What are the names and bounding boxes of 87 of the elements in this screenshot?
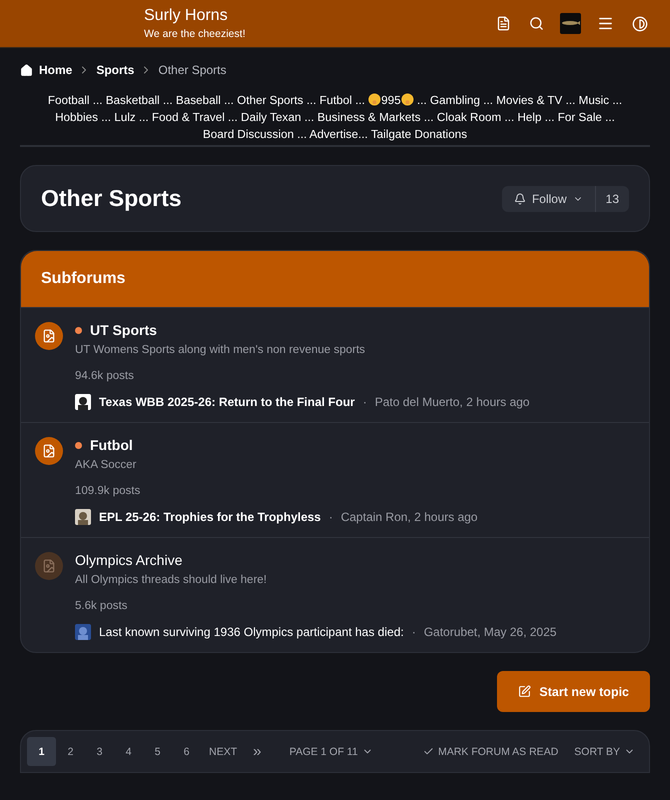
forum-description: AKA Soccer <box>75 459 138 471</box>
separator: ... <box>222 94 235 107</box>
site-title[interactable]: Surly Horns <box>144 7 494 25</box>
last-post-link[interactable]: Texas WBB 2025-26: Return to the Final Four <box>99 395 355 409</box>
post-count: 109.9k posts <box>75 485 142 497</box>
separator: ... <box>422 111 435 124</box>
nav-link[interactable]: Music <box>578 94 610 107</box>
separator: · <box>328 510 333 524</box>
page-button[interactable]: 3 <box>85 737 114 766</box>
next-button[interactable]: NEXT <box>201 746 246 758</box>
separator: ... <box>92 94 104 107</box>
separator: ... <box>544 111 556 124</box>
follow-count: 13 <box>604 192 620 206</box>
last-post-meta: Gatorubet, May 26, 2025 <box>424 625 557 639</box>
mark-read-button[interactable]: MARK FORUM AS READ <box>415 746 566 758</box>
unread-dot <box>75 442 82 448</box>
post-count: 5.6k posts <box>75 600 128 612</box>
breadcrumb-link[interactable]: Sports <box>96 63 134 77</box>
bell-icon <box>514 192 526 204</box>
nav-link[interactable]: Daily Texan <box>240 111 302 124</box>
emoji-icon <box>368 93 382 106</box>
separator: ... <box>226 111 239 124</box>
follow-button[interactable]: Follow <box>502 186 596 212</box>
separator: ... <box>416 94 428 107</box>
separator: ... <box>303 111 316 124</box>
separator: ... <box>306 94 318 107</box>
subforums-title: Subforums <box>41 270 126 288</box>
unread-dot <box>75 326 82 334</box>
separator: ... <box>604 111 615 124</box>
page-button[interactable]: 1 <box>27 737 56 766</box>
separator: · <box>362 395 367 409</box>
new-topic-button[interactable]: Start new topic <box>497 671 650 712</box>
nav-link[interactable]: Football <box>48 94 90 107</box>
breadcrumb-link[interactable]: Home <box>39 63 72 77</box>
separator: ... <box>296 128 308 141</box>
separator: · <box>412 625 416 639</box>
nav-link[interactable]: Advertise <box>309 128 358 141</box>
forum-description: All Olympics threads should live here! <box>75 574 268 586</box>
separator: ... <box>354 94 366 107</box>
page-title: Other Sports <box>41 185 182 212</box>
nav-link[interactable]: 995 <box>381 94 401 107</box>
page-button[interactable]: 4 <box>114 737 143 766</box>
nav-link[interactable]: Help <box>517 111 542 124</box>
nav-link[interactable]: Movies & TV <box>496 94 562 107</box>
forum-title[interactable]: Olympics Archive <box>75 552 182 568</box>
edit-icon <box>518 685 532 698</box>
page-button[interactable]: 2 <box>56 737 85 766</box>
forum-description: UT Womens Sports along with men's non revenue sports <box>75 344 366 356</box>
sort-dropdown[interactable]: SORT BY <box>566 746 643 758</box>
emoji-icon <box>400 93 414 106</box>
forum-title[interactable]: Futbol <box>90 437 133 453</box>
forum-title[interactable]: UT Sports <box>90 322 157 338</box>
contrast-icon[interactable] <box>630 14 650 34</box>
nav-link[interactable]: Basketball <box>106 94 160 107</box>
breadcrumb-link[interactable]: Other Sports <box>158 63 226 77</box>
last-post-meta: Pato del Muerto, 2 hours ago <box>374 395 530 409</box>
nav-link[interactable]: Hobbies <box>55 111 98 124</box>
nav-link[interactable]: Other Sports <box>237 94 304 107</box>
nav-link[interactable]: Baseball <box>176 94 221 107</box>
post-count: 94.6k posts <box>75 370 135 382</box>
separator: ... <box>100 111 112 124</box>
separator: ... <box>611 94 622 107</box>
page-button[interactable]: 6 <box>172 737 201 766</box>
nav-link[interactable]: Business & Markets <box>317 111 421 124</box>
separator: ... <box>503 111 516 124</box>
nav-link[interactable]: For Sale <box>558 111 602 124</box>
nav-link[interactable]: Lulz <box>114 111 136 124</box>
nav-link[interactable]: Futbol <box>320 94 352 107</box>
page-button[interactable]: 5 <box>143 737 172 766</box>
last-post-meta: Captain Ron, 2 hours ago <box>340 510 478 524</box>
nav-link[interactable]: Board Discussion <box>202 128 294 141</box>
separator: ... <box>482 94 494 107</box>
check-icon <box>423 746 434 757</box>
last-post-link[interactable]: EPL 25-26: Trophies for the Trophyless <box>99 510 321 524</box>
home-icon[interactable] <box>20 64 33 76</box>
last-page-button[interactable]: » <box>245 743 270 760</box>
page-dropdown[interactable]: PAGE 1 OF 11 <box>281 746 381 758</box>
nav-link[interactable]: Food & Travel <box>152 111 225 124</box>
separator: ... <box>138 111 150 124</box>
site-tagline: We are the cheeziest! <box>144 28 246 40</box>
nav-link[interactable]: Gambling <box>430 94 480 107</box>
separator: ... <box>358 128 369 141</box>
separator: ... <box>564 94 576 107</box>
last-post-link[interactable]: Last known surviving 1936 Olympics participant has died: <box>99 625 404 639</box>
nav-link[interactable]: Tailgate Donations <box>370 128 468 141</box>
separator: ... <box>162 94 174 107</box>
nav-link[interactable]: Cloak Room <box>436 111 502 124</box>
